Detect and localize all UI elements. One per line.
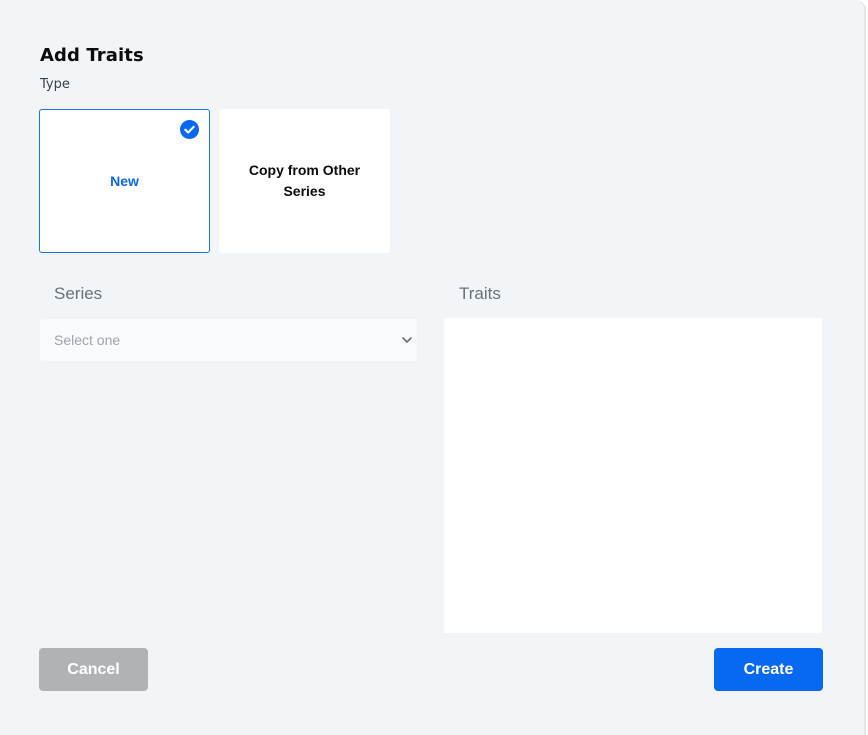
series-label: Series (54, 284, 103, 303)
type-option-copy-label: Copy from Other Series (248, 162, 361, 199)
cancel-button[interactable]: Cancel (39, 648, 148, 691)
type-option-new-label: New (110, 172, 139, 189)
add-traits-dialog: Add Traits Type New Copy from Other Seri… (0, 0, 866, 735)
series-select[interactable]: Select one (40, 319, 417, 361)
type-option-copy-from-other-series[interactable]: Copy from Other Series (219, 109, 390, 253)
type-option-new[interactable]: New (39, 109, 210, 253)
traits-label: Traits (459, 284, 501, 303)
series-select-value: Select one (54, 332, 121, 348)
traits-list[interactable] (444, 318, 822, 633)
create-button[interactable]: Create (714, 648, 823, 691)
type-label: Type (40, 77, 70, 92)
check-circle-icon (180, 120, 199, 139)
dialog-title: Add Traits (40, 45, 144, 66)
chevron-down-icon (402, 337, 412, 343)
